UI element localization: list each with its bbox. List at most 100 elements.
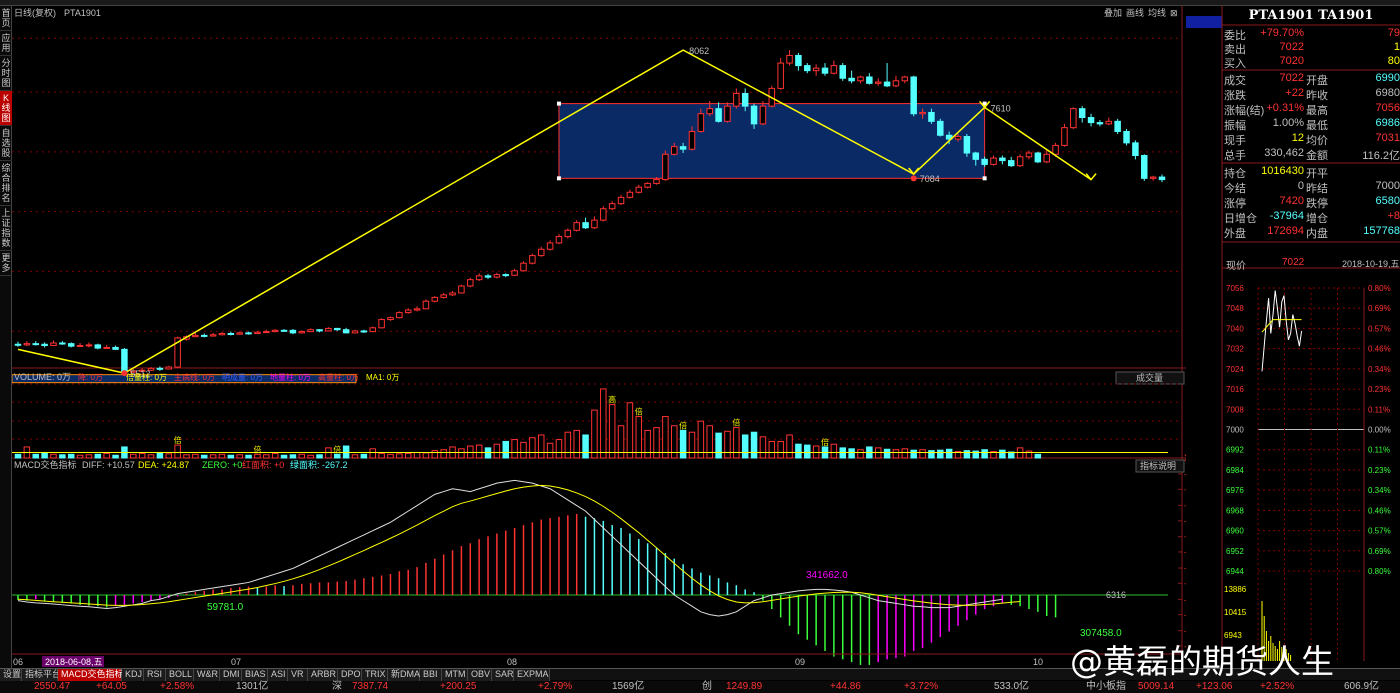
quote-row: 委比 +79.70% 79 xyxy=(1222,26,1400,42)
box-handle[interactable] xyxy=(556,101,561,106)
volume-bar xyxy=(387,453,394,459)
chart-area[interactable]: 815677317259678763155843日线(复权)PTA1901叠加画… xyxy=(12,6,1186,668)
tab-19[interactable]: EXPMA xyxy=(514,669,550,681)
candle-body xyxy=(901,76,909,82)
mini-axis-right: 0.11% xyxy=(1368,446,1390,455)
tab-16[interactable]: MTM xyxy=(442,669,468,681)
quote-row: 涨跌 +22 昨收 6980 xyxy=(1222,86,1400,102)
candle-body xyxy=(14,343,22,346)
nav-item-4[interactable]: 自选股 xyxy=(0,126,12,161)
mini-axis-left: 7024 xyxy=(1226,365,1244,374)
tab-9[interactable]: ASI xyxy=(268,669,288,681)
tab-18[interactable]: SAR xyxy=(492,669,514,681)
candle-body xyxy=(236,332,243,335)
candle-body xyxy=(937,120,944,136)
candle-body xyxy=(50,342,57,347)
tab-4[interactable]: RSI xyxy=(144,669,166,681)
volume-bar xyxy=(786,434,793,459)
nav-item-6[interactable]: 上证指数 xyxy=(0,206,12,251)
tab-6[interactable]: W&R xyxy=(194,669,220,681)
candle-body xyxy=(963,136,971,154)
tab-7[interactable]: DMI xyxy=(220,669,242,681)
macd-label-right-small: 6316 xyxy=(1106,590,1126,600)
top-button-0[interactable]: 叠加 xyxy=(1104,8,1122,18)
candle-body xyxy=(1132,142,1139,157)
tab-17[interactable]: OBV xyxy=(468,669,492,681)
candle-body xyxy=(670,146,678,155)
candle-body xyxy=(192,334,199,338)
mini-axis-left: 6984 xyxy=(1226,466,1244,475)
quote-row-value: 1016430 xyxy=(1261,165,1304,177)
nav-item-2[interactable]: 分时图 xyxy=(0,56,12,91)
volume-bar xyxy=(733,427,740,459)
top-button-2[interactable]: 均线 xyxy=(1148,7,1166,18)
top-button-1[interactable]: 画线 xyxy=(1126,7,1144,18)
quote-row-value: 7420 xyxy=(1279,195,1304,207)
tab-3[interactable]: KDJ xyxy=(122,669,144,681)
mini-axis-right: 0.57% xyxy=(1368,527,1391,536)
candle-body xyxy=(156,367,164,370)
volume-marker: 倍 xyxy=(821,437,829,447)
quote-row-value-2: 157768 xyxy=(1363,225,1400,237)
candle-body xyxy=(520,262,527,272)
candle-body xyxy=(41,343,48,347)
code-badge xyxy=(1186,16,1222,28)
volume-marker: 倍 xyxy=(679,420,687,430)
tab-1[interactable]: 指标平台 xyxy=(22,669,61,681)
date-label-10: 10 xyxy=(1033,657,1043,667)
macd-label-mid: 341662.0 xyxy=(806,570,848,581)
top-button-3[interactable]: ⊠ xyxy=(1170,8,1178,18)
quote-row: 持仓 1016430 开平 xyxy=(1222,164,1400,180)
tab-10[interactable]: VR xyxy=(288,669,308,681)
macd-help-label: 指标说明 xyxy=(1140,460,1176,471)
tab-14[interactable]: 新DMA xyxy=(388,669,420,681)
box-handle[interactable] xyxy=(982,176,987,181)
mini-axis-left: 6976 xyxy=(1226,486,1244,495)
nav-item-5[interactable]: 综合排名 xyxy=(0,161,12,206)
volume-bar xyxy=(165,453,173,459)
mini-axis-right: 0.23% xyxy=(1368,385,1391,394)
quote-row-label: 总手 xyxy=(1224,150,1246,162)
watermark: @黄磊的期货人生 xyxy=(1070,642,1334,681)
tab-0[interactable]: 设置 xyxy=(0,669,22,681)
volume-bar xyxy=(892,449,900,459)
tab-2[interactable]: MACD交色指标 xyxy=(58,669,124,681)
quote-row: 振幅 1.00% 最低 6986 xyxy=(1222,116,1400,132)
quote-title: PTA1901 TA1901 xyxy=(1248,8,1374,23)
mini-axis-right: 0.34% xyxy=(1368,486,1391,495)
tab-15[interactable]: BBI xyxy=(420,669,442,681)
candle-body xyxy=(910,76,917,115)
candle-body xyxy=(866,76,873,84)
candle-body xyxy=(325,327,332,332)
volume-bar xyxy=(555,439,563,459)
tab-8[interactable]: BIAS xyxy=(242,669,268,681)
quote-row-value-2: 7031 xyxy=(1375,132,1400,144)
candle-body xyxy=(972,152,980,160)
mini-axis-left: 6952 xyxy=(1226,547,1244,556)
volume-bar xyxy=(582,434,589,459)
volume-bar xyxy=(475,444,483,459)
volume-bar xyxy=(529,437,536,459)
candle-body xyxy=(85,344,93,347)
candle-body xyxy=(227,333,235,335)
candle-body xyxy=(990,157,997,165)
candle-body xyxy=(1149,176,1157,179)
candle-body xyxy=(750,105,758,125)
volume-bar xyxy=(76,454,84,459)
tab-5[interactable]: BOLL xyxy=(166,669,194,681)
volume-bar xyxy=(209,454,217,459)
tab-12[interactable]: DPO xyxy=(338,669,362,681)
volume-bar xyxy=(85,454,93,459)
tab-13[interactable]: TRIX xyxy=(362,669,388,681)
volume-bar xyxy=(112,454,119,459)
nav-item-0[interactable]: 首页 xyxy=(0,6,12,31)
quote-row-value: 7020 xyxy=(1279,55,1304,67)
tab-11[interactable]: ARBR xyxy=(308,669,338,681)
nav-item-3[interactable]: K线图 xyxy=(0,91,12,126)
candle-body xyxy=(1061,127,1068,146)
box-handle[interactable] xyxy=(556,176,561,181)
nav-item-1[interactable]: 应用 xyxy=(0,31,12,56)
candle-body xyxy=(830,65,838,74)
nav-item-7[interactable]: 更多 xyxy=(0,251,12,276)
status-item: 深 xyxy=(332,681,342,692)
